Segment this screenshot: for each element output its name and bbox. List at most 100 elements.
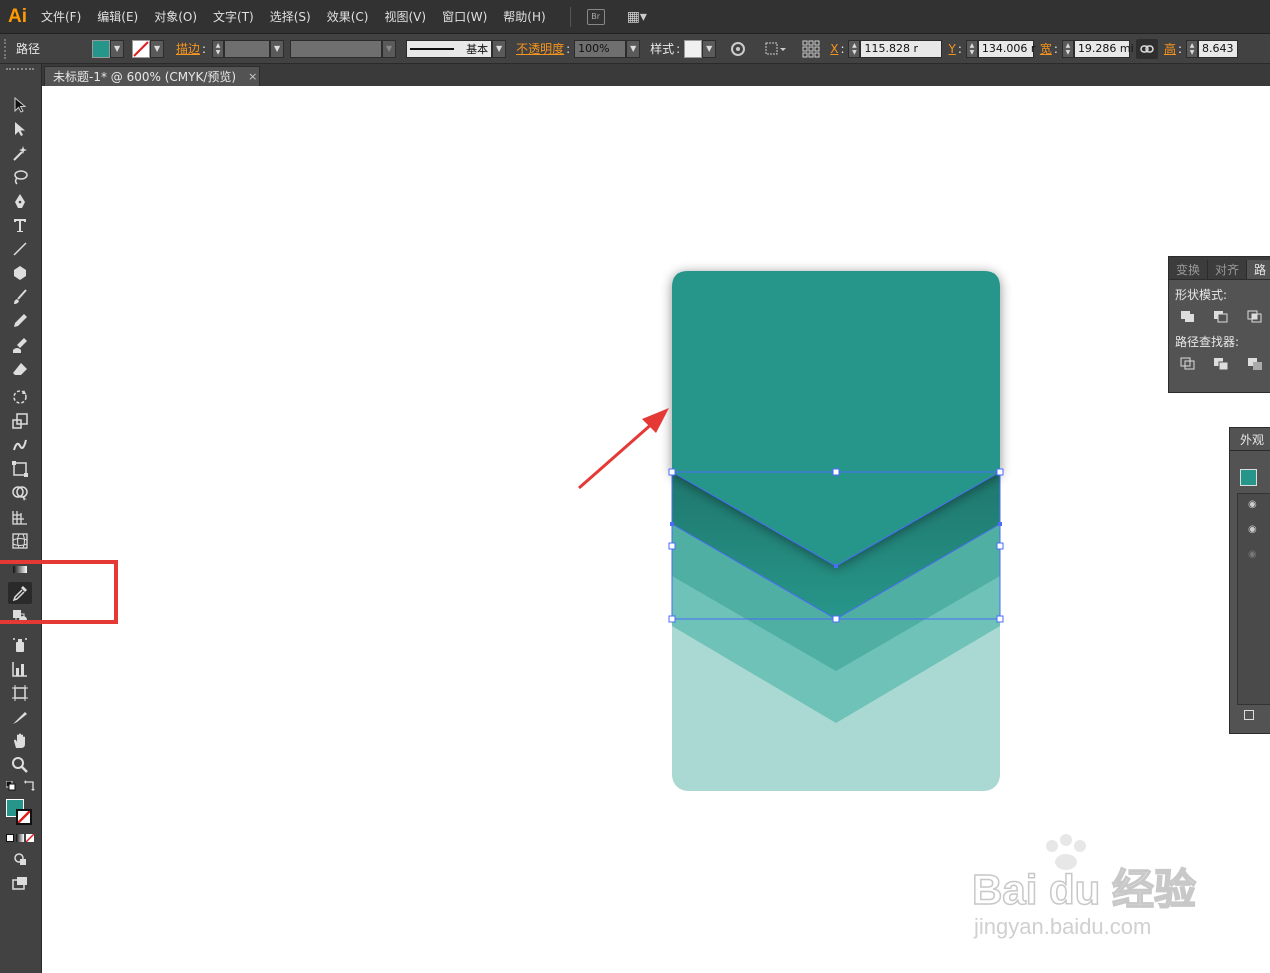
free-transform-tool-icon[interactable]	[8, 458, 32, 480]
menu-edit[interactable]: 编辑(E)	[97, 8, 138, 25]
screen-mode-icon[interactable]	[8, 872, 32, 894]
opacity-field[interactable]: 100%	[574, 39, 627, 58]
visibility-eye-icon[interactable]: ◉	[1248, 549, 1257, 560]
direct-selection-tool-icon[interactable]	[8, 118, 32, 140]
toolbox	[0, 64, 42, 973]
reference-point-icon[interactable]	[802, 40, 820, 58]
shape-builder-tool-icon[interactable]	[8, 482, 32, 504]
polygon-tool-icon[interactable]	[8, 262, 32, 284]
stroke-dropdown[interactable]: ▼	[150, 39, 165, 58]
x-label[interactable]: X	[830, 42, 838, 56]
menu-type[interactable]: 文字(T)	[213, 8, 254, 25]
perspective-grid-tool-icon[interactable]	[8, 506, 32, 528]
artboard-tool-icon[interactable]	[8, 682, 32, 704]
toolbox-grip[interactable]	[6, 68, 34, 74]
menu-view[interactable]: 视图(V)	[384, 8, 426, 25]
brush-definition-field[interactable]: 基本	[406, 39, 493, 58]
fill-swatch[interactable]	[92, 39, 111, 58]
graphic-style-swatch[interactable]	[684, 39, 703, 58]
x-spinner[interactable]: ▲ ▼	[848, 39, 861, 58]
pencil-tool-icon[interactable]	[8, 310, 32, 332]
gradient-mode-icon[interactable]	[16, 834, 24, 842]
color-mode-buttons[interactable]	[6, 834, 34, 842]
menu-window[interactable]: 窗口(W)	[442, 8, 487, 25]
color-mode-icon[interactable]	[6, 834, 14, 842]
opacity-dropdown[interactable]: ▼	[626, 39, 641, 58]
width-label[interactable]: 宽	[1040, 40, 1052, 57]
trim-icon[interactable]	[1212, 356, 1230, 372]
divide-icon[interactable]	[1179, 356, 1197, 372]
tab-transform[interactable]: 变换	[1169, 260, 1209, 279]
tab-align[interactable]: 对齐	[1208, 260, 1248, 279]
x-field[interactable]: 115.828 r	[860, 39, 943, 58]
menu-object[interactable]: 对象(O)	[154, 8, 197, 25]
blob-brush-tool-icon[interactable]	[8, 334, 32, 356]
lasso-tool-icon[interactable]	[8, 166, 32, 188]
drawing-mode-icon[interactable]	[8, 848, 32, 870]
artboard-canvas[interactable]: Bai du 经验 jingyan.baidu.com	[42, 86, 1270, 973]
close-tab-icon[interactable]: ×	[248, 70, 257, 83]
symbol-sprayer-tool-icon[interactable]	[8, 634, 32, 656]
control-bar: 路径 ▼ ▼ 描边: ▲ ▼ ▼ ▼ 基本 ▼ 不透明度: 100% ▼ 样式: …	[0, 34, 1270, 64]
minus-front-icon[interactable]	[1212, 309, 1230, 325]
magic-wand-tool-icon[interactable]	[8, 142, 32, 164]
recolor-artwork-icon[interactable]	[730, 41, 746, 57]
height-label[interactable]: 高	[1164, 40, 1176, 57]
appearance-panel-title[interactable]: 外观	[1230, 428, 1270, 451]
y-spinner[interactable]: ▲ ▼	[965, 39, 978, 58]
selection-tool-icon[interactable]	[8, 94, 32, 116]
stroke-swatch[interactable]	[132, 39, 151, 58]
width-spinner[interactable]: ▲ ▼	[1061, 39, 1074, 58]
swap-colors-icon[interactable]	[24, 779, 36, 791]
add-new-stroke-icon[interactable]	[1244, 710, 1254, 720]
none-mode-icon[interactable]	[26, 834, 34, 842]
stroke-label[interactable]: 描边	[176, 40, 200, 57]
stroke-weight-spinner[interactable]: ▲ ▼	[212, 39, 225, 58]
constrain-proportions-icon[interactable]	[1135, 38, 1158, 59]
width-field[interactable]: 19.286 mi	[1073, 39, 1134, 58]
stroke-weight-dropdown[interactable]: ▼	[270, 39, 285, 58]
align-to-icon[interactable]	[764, 41, 787, 57]
tab-pathfinder[interactable]: 路	[1247, 260, 1270, 279]
pen-tool-icon[interactable]	[8, 190, 32, 212]
eraser-tool-icon[interactable]	[8, 358, 32, 380]
default-colors-icon[interactable]	[5, 780, 16, 791]
graphic-style-dropdown[interactable]: ▼	[702, 39, 717, 58]
unite-icon[interactable]	[1179, 309, 1197, 325]
column-graph-tool-icon[interactable]	[8, 658, 32, 680]
y-field[interactable]: 134.006 r	[977, 39, 1035, 58]
opacity-label[interactable]: 不透明度	[516, 40, 564, 57]
variable-width-dropdown[interactable]: ▼	[382, 39, 397, 58]
variable-width-profile[interactable]	[290, 39, 383, 58]
document-tab[interactable]: 未标题-1* @ 600% (CMYK/预览) ×	[44, 66, 260, 86]
mesh-tool-icon[interactable]	[8, 530, 32, 552]
brush-definition-dropdown[interactable]: ▼	[492, 39, 507, 58]
hand-tool-icon[interactable]	[8, 730, 32, 752]
height-field[interactable]: 8.643	[1198, 39, 1238, 58]
menu-effect[interactable]: 效果(C)	[327, 8, 369, 25]
warp-tool-icon[interactable]	[8, 434, 32, 456]
control-bar-grip[interactable]	[4, 38, 10, 59]
height-spinner[interactable]: ▲ ▼	[1186, 39, 1198, 58]
workspace-switcher-icon[interactable]: ▦▾	[627, 9, 647, 25]
intersect-icon[interactable]	[1246, 309, 1264, 325]
bridge-button[interactable]: Br	[586, 8, 605, 25]
slice-tool-icon[interactable]	[8, 706, 32, 728]
type-tool-icon[interactable]	[8, 214, 32, 236]
appearance-fill-swatch[interactable]	[1240, 469, 1257, 486]
scale-tool-icon[interactable]	[8, 410, 32, 432]
fill-dropdown[interactable]: ▼	[110, 39, 125, 58]
line-tool-icon[interactable]	[8, 238, 32, 260]
menu-select[interactable]: 选择(S)	[270, 8, 311, 25]
stroke-color-box[interactable]	[16, 809, 32, 825]
stroke-weight-field[interactable]	[224, 39, 271, 58]
y-label[interactable]: Y	[948, 42, 955, 56]
zoom-tool-icon[interactable]	[8, 754, 32, 776]
menu-help[interactable]: 帮助(H)	[503, 8, 545, 25]
visibility-eye-icon[interactable]: ◉	[1248, 524, 1257, 535]
menu-file[interactable]: 文件(F)	[41, 8, 81, 25]
rotate-tool-icon[interactable]	[8, 386, 32, 408]
visibility-eye-icon[interactable]: ◉	[1248, 499, 1257, 510]
merge-icon[interactable]	[1246, 356, 1264, 372]
paintbrush-tool-icon[interactable]	[8, 286, 32, 308]
